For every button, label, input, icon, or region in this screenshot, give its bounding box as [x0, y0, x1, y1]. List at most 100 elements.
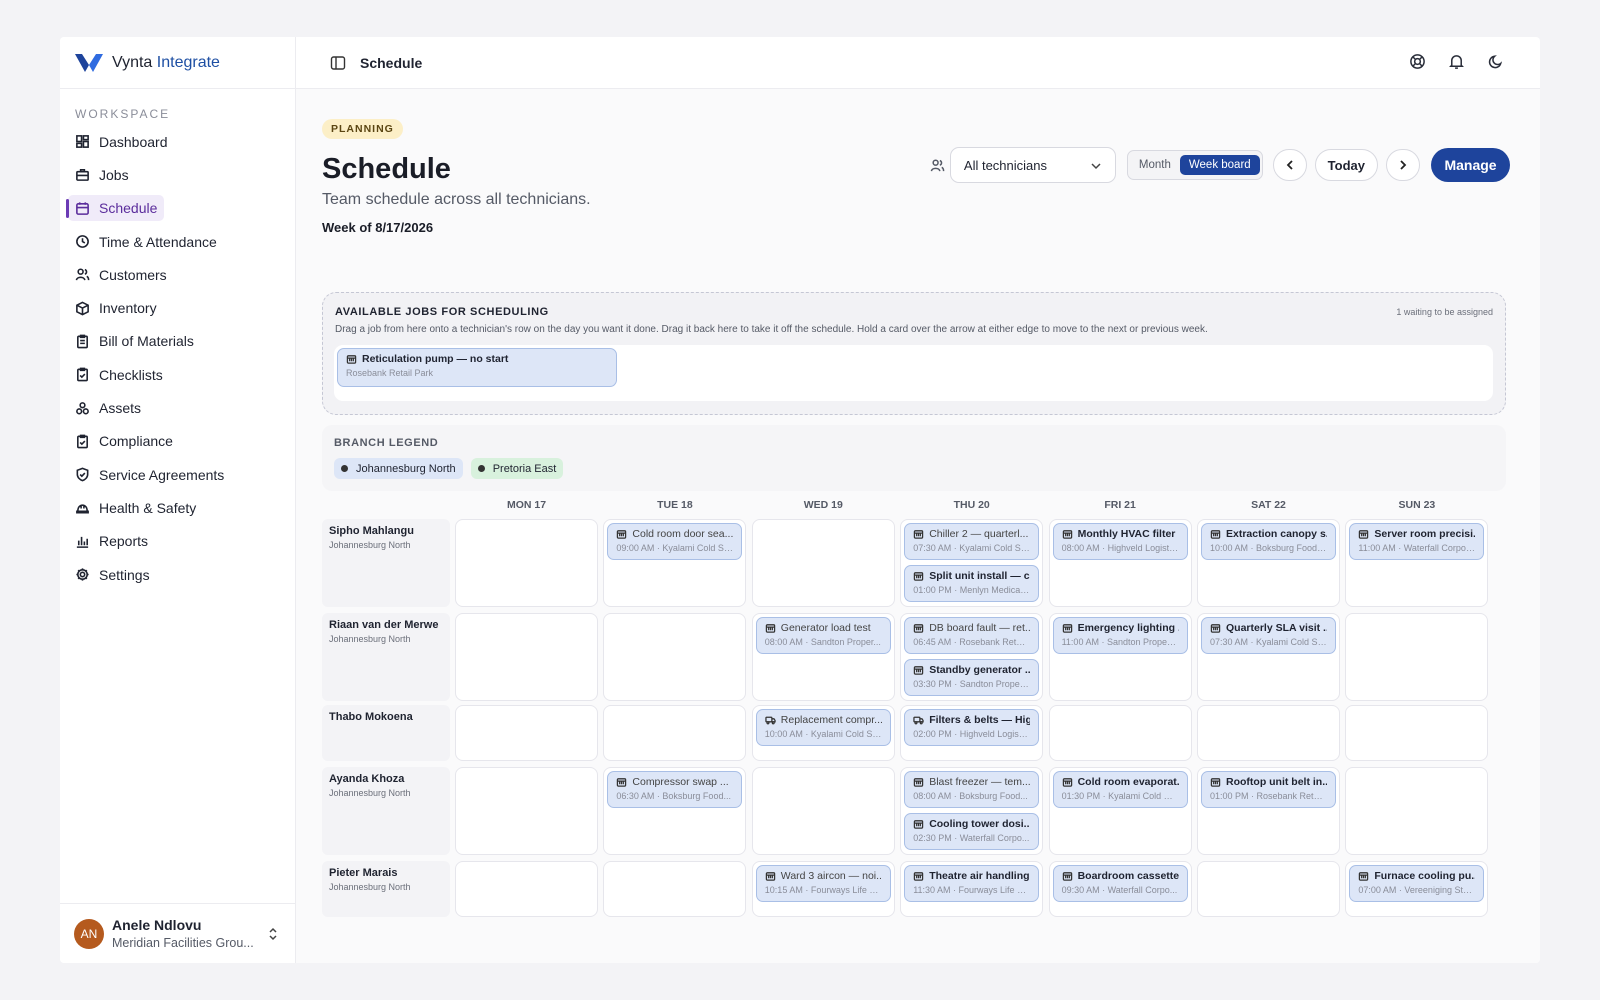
job-card-meta: 06:30 AM · Boksburg Food... — [616, 791, 731, 801]
job-card-meta: 10:00 AM · Kyalami Cold St... — [764, 729, 882, 739]
schedule-cell[interactable] — [455, 861, 598, 917]
chevron-up-down-icon[interactable] — [268, 926, 278, 942]
available-jobs-count: 1 waiting to be assigned — [1396, 307, 1493, 317]
sidebar-item-health-and-safety[interactable]: Health & Safety — [68, 491, 287, 524]
user-menu[interactable]: AN Anele Ndlovu Meridian Facilities Grou… — [60, 903, 296, 963]
schedule-cell[interactable] — [603, 861, 747, 917]
job-card-meta: 02:00 PM · Highveld Logisti... — [913, 729, 1031, 739]
job-card[interactable]: Emergency lighting ... 11:00 AM · Sandton… — [1052, 617, 1188, 654]
chevron-down-icon — [1091, 163, 1101, 170]
technician-sipho-mahlangu: Sipho Mahlangu Johannesburg North — [322, 519, 450, 607]
building-icon — [765, 872, 776, 881]
schedule-cell[interactable] — [455, 767, 598, 855]
technician-pieter-marais: Pieter Marais Johannesburg North — [322, 861, 450, 917]
job-card-meta: 08:00 AM · Sandton Proper... — [764, 637, 881, 647]
job-card-title: Compressor swap ... — [616, 776, 733, 788]
schedule-cell[interactable] — [603, 705, 747, 761]
job-card[interactable]: Cold room evaporat... 01:30 PM · Kyalami … — [1052, 771, 1188, 808]
sidebar-item-customers[interactable]: Customers — [68, 258, 287, 291]
technician-riaan-van-der-merwe: Riaan van der Merwe Johannesburg North — [322, 613, 450, 701]
sidebar-item-label: Service Agreements — [99, 466, 225, 483]
schedule-cell[interactable] — [1048, 705, 1192, 761]
users-icon — [930, 159, 945, 171]
available-jobs-panel[interactable]: AVAILABLE JOBS FOR SCHEDULING 1 waiting … — [322, 292, 1506, 415]
unassigned-job-card[interactable]: Reticulation pump — no start Rosebank Ret… — [337, 348, 617, 387]
schedule-cell[interactable] — [1197, 705, 1340, 761]
technician-name: Thabo Mokoena — [329, 711, 413, 723]
view-month-button[interactable]: Month — [1130, 155, 1180, 175]
schedule-cell[interactable] — [1345, 705, 1489, 761]
schedule-cell[interactable] — [751, 767, 895, 855]
view-week-board-button[interactable]: Week board — [1179, 155, 1260, 175]
user-org: Meridian Facilities Grou... — [112, 936, 254, 950]
day-header: TUE 18 — [657, 499, 693, 511]
job-card[interactable]: Cold room door sea... 09:00 AM · Kyalami … — [607, 523, 743, 560]
job-card[interactable]: Replacement compr... 10:00 AM · Kyalami C… — [755, 709, 891, 746]
job-card[interactable]: Standby generator ... 03:30 PM · Sandton … — [904, 659, 1040, 696]
job-card[interactable]: Rooftop unit belt in... 01:00 PM · Roseba… — [1201, 771, 1336, 808]
sidebar-item-schedule[interactable]: Schedule — [66, 192, 287, 225]
sidebar-item-dashboard[interactable]: Dashboard — [68, 125, 287, 158]
technician-ayanda-khoza: Ayanda Khoza Johannesburg North — [322, 767, 450, 855]
job-card-meta: 08:00 AM · Highveld Logisti... — [1061, 543, 1179, 553]
technician-thabo-mokoena: Thabo Mokoena — [322, 705, 450, 761]
sidebar-item-inventory[interactable]: Inventory — [68, 291, 287, 324]
job-card[interactable]: Boardroom cassette... 09:30 AM · Waterfal… — [1052, 865, 1188, 902]
sidebar-item-service-agreements[interactable]: Service Agreements — [68, 458, 287, 491]
sidebar-item-reports[interactable]: Reports — [68, 525, 287, 558]
week-label: Week of 8/17/2026 — [322, 220, 434, 235]
sidebar-item-settings[interactable]: Settings — [68, 558, 287, 591]
manage-button[interactable]: Manage — [1431, 148, 1510, 182]
available-jobs-dropzone[interactable]: Reticulation pump — no start Rosebank Ret… — [334, 345, 1493, 401]
job-card[interactable]: Server room precisi... 11:00 AM · Waterfa… — [1349, 523, 1485, 560]
sidebar-toggle-icon[interactable] — [330, 55, 346, 71]
brand[interactable]: Vynta Integrate — [60, 37, 295, 89]
schedule-cell[interactable] — [455, 705, 598, 761]
branch-legend-title: BRANCH LEGEND — [334, 437, 439, 449]
bell-icon[interactable] — [1448, 53, 1465, 70]
shield-check-icon — [76, 467, 89, 482]
schedule-controls: All technicians Month Week board Today M… — [930, 147, 1510, 183]
building-icon — [617, 778, 627, 787]
schedule-cell[interactable] — [455, 613, 598, 701]
job-card[interactable]: Theatre air handling... 11:30 AM · Fourwa… — [904, 865, 1040, 902]
job-card[interactable]: Generator load test 08:00 AM · Sandton Pr… — [755, 617, 891, 654]
available-jobs-description: Drag a job from here onto a technician's… — [335, 324, 1208, 335]
job-card[interactable]: Cooling tower dosi... 02:30 PM · Waterfal… — [904, 813, 1040, 850]
job-card[interactable]: Blast freezer — tem... 08:00 AM · Boksbur… — [904, 771, 1040, 808]
job-card-title: Filters & belts — Hig... — [913, 714, 1030, 726]
job-card[interactable]: Extraction canopy s... 10:00 AM · Boksbur… — [1201, 523, 1336, 560]
schedule-cell[interactable] — [1345, 767, 1489, 855]
sidebar-item-bill-of-materials[interactable]: Bill of Materials — [68, 325, 287, 358]
sidebar-item-time-and-attendance[interactable]: Time & Attendance — [68, 225, 287, 258]
schedule-cell[interactable] — [751, 519, 895, 607]
job-card-meta: 09:30 AM · Waterfall Corpo... — [1061, 885, 1178, 895]
technician-filter[interactable]: All technicians — [949, 147, 1116, 183]
job-card-meta: 11:00 AM · Sandton Propert... — [1061, 637, 1179, 647]
job-card-title: Blast freezer — tem... — [913, 776, 1030, 788]
schedule-cell[interactable] — [455, 519, 598, 607]
job-card[interactable]: Monthly HVAC filter ... 08:00 AM · Highve… — [1052, 523, 1188, 560]
job-card[interactable]: Ward 3 aircon — noi... 10:15 AM · Fourway… — [755, 865, 891, 902]
job-card[interactable]: Split unit install — c... 01:00 PM · Menl… — [904, 565, 1040, 602]
workspace-label: WORKSPACE — [75, 107, 171, 121]
sidebar-item-compliance[interactable]: Compliance — [68, 425, 287, 458]
schedule-cell[interactable] — [603, 613, 747, 701]
sidebar-item-assets[interactable]: Assets — [68, 391, 287, 424]
today-button[interactable]: Today — [1314, 149, 1378, 181]
job-card[interactable]: Filters & belts — Hig... 02:00 PM · Highv… — [904, 709, 1040, 746]
help-icon[interactable] — [1409, 53, 1426, 70]
next-week-button[interactable] — [1386, 149, 1420, 181]
job-card[interactable]: Compressor swap ... 06:30 AM · Boksburg F… — [607, 771, 743, 808]
job-card[interactable]: Quarterly SLA visit ... 07:30 AM · Kyalam… — [1201, 617, 1336, 654]
job-card[interactable]: Chiller 2 — quarterl... 07:30 AM · Kyalam… — [904, 523, 1040, 560]
sidebar-item-checklists[interactable]: Checklists — [68, 358, 287, 391]
prev-week-button[interactable] — [1272, 149, 1307, 181]
schedule-cell[interactable] — [1345, 613, 1489, 701]
job-card[interactable]: Furnace cooling pu... 07:00 AM · Vereenig… — [1349, 865, 1485, 902]
sidebar-item-label: Bill of Materials — [99, 333, 194, 350]
sidebar-item-jobs[interactable]: Jobs — [68, 158, 287, 191]
job-card[interactable]: DB board fault — ret... 06:45 AM · Roseba… — [904, 617, 1040, 654]
moon-icon[interactable] — [1487, 53, 1504, 70]
schedule-cell[interactable] — [1197, 861, 1340, 917]
